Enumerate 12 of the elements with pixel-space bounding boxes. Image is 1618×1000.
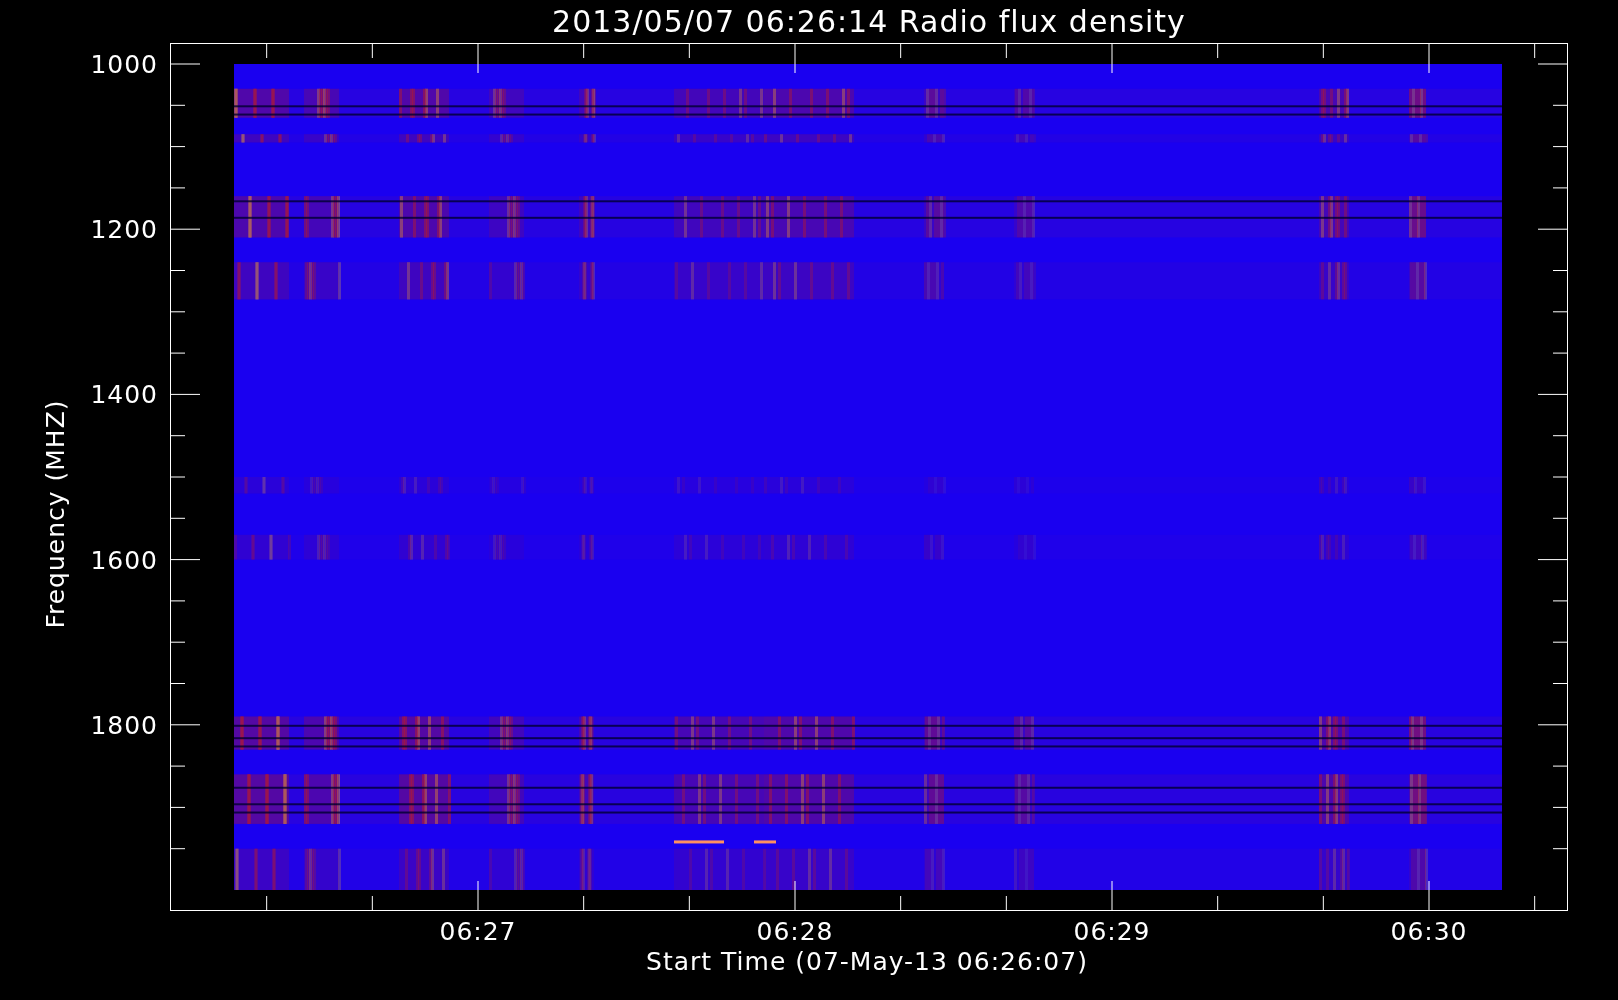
x-tick-label: 06:28	[756, 917, 834, 946]
y-tick-label: 1800	[90, 710, 158, 740]
x-tick-label: 06:29	[1073, 917, 1151, 946]
y-tick-label: 1000	[90, 49, 158, 79]
x-tick-label: 06:27	[439, 917, 517, 946]
y-tick-label: 1600	[90, 545, 158, 575]
x-axis-label: Start Time (07-May-13 06:26:07)	[646, 947, 1088, 976]
chart-title: 2013/05/07 06:26:14 Radio flux density	[552, 4, 1186, 39]
y-axis-label: Frequency (MHZ)	[40, 399, 70, 629]
x-tick-label: 06:30	[1390, 917, 1468, 946]
y-tick-label: 1200	[90, 214, 158, 244]
y-tick-label: 1400	[90, 379, 158, 409]
